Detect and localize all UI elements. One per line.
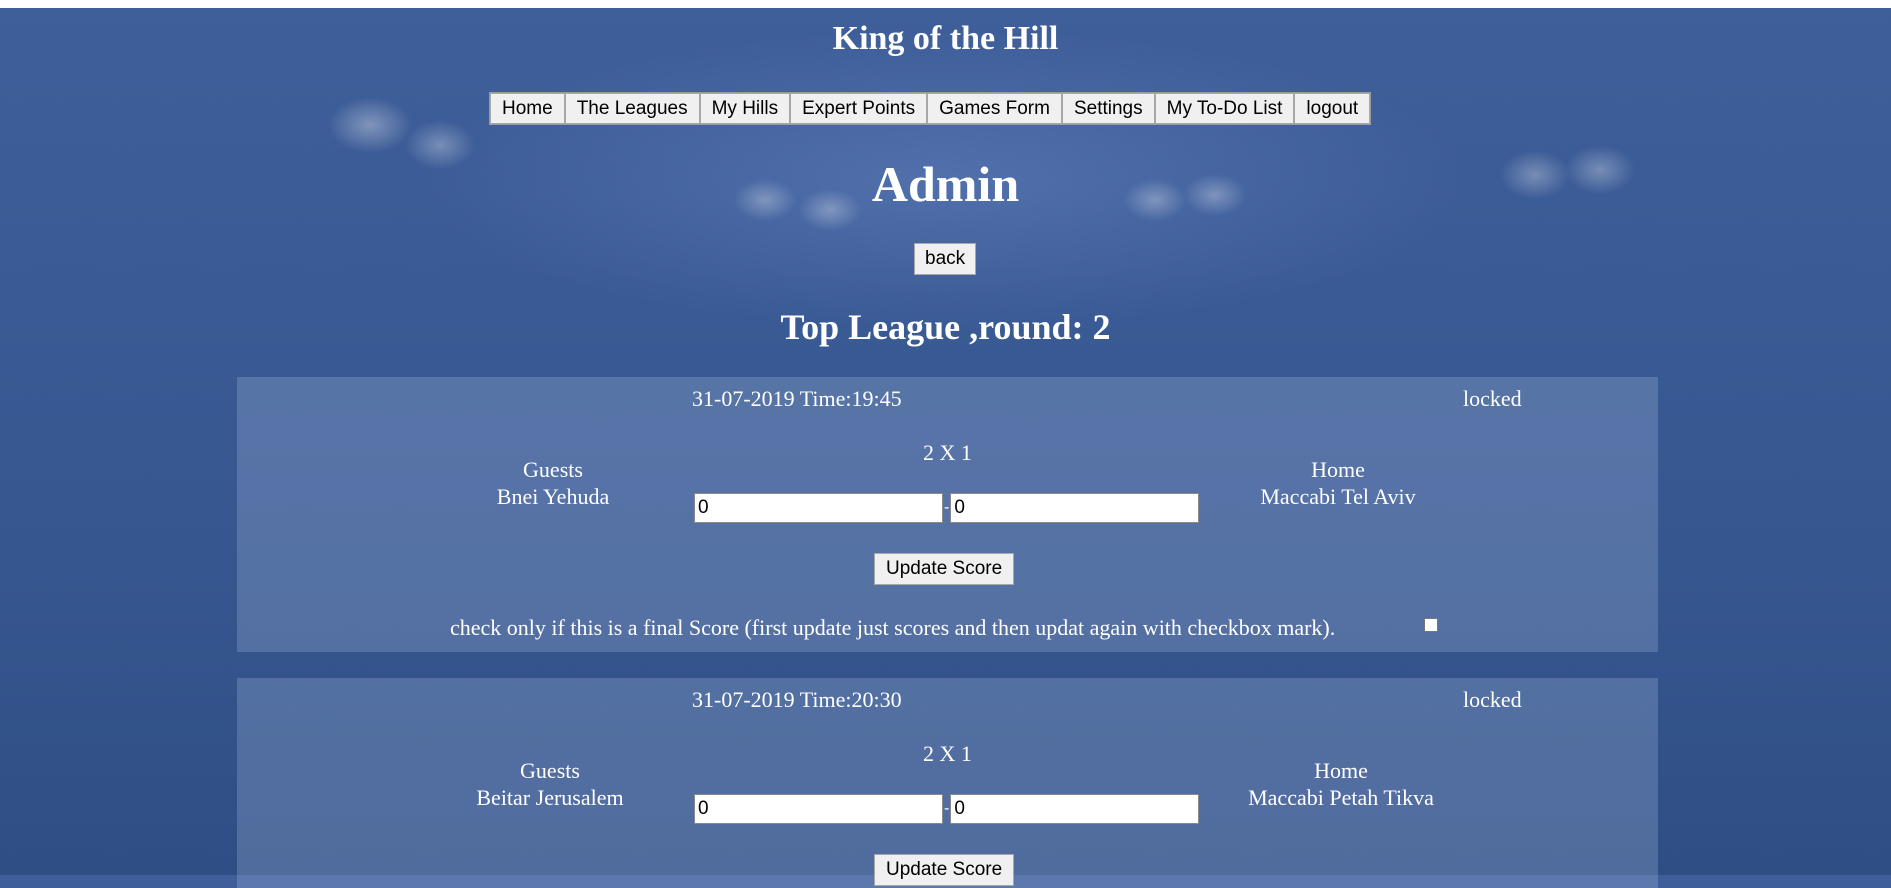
main-nav: Home The Leagues My Hills Expert Points … <box>489 92 1372 125</box>
site-title: King of the Hill <box>832 20 1059 57</box>
nav-games-form[interactable]: Games Form <box>927 93 1062 124</box>
guests-team-block: Guests Beitar Jerusalem <box>400 757 700 811</box>
nav-todo-list[interactable]: My To-Do List <box>1154 93 1295 124</box>
guests-team-name: Beitar Jerusalem <box>476 785 624 810</box>
home-team-name: Maccabi Petah Tikva <box>1248 785 1434 810</box>
nav-home[interactable]: Home <box>490 93 565 124</box>
home-team-name: Maccabi Tel Aviv <box>1260 484 1416 509</box>
final-score-note: check only if this is a final Score (fir… <box>450 615 1336 640</box>
game-date-time: 31-07-2019 Time:19:45 <box>692 386 902 411</box>
nav-my-hills[interactable]: My Hills <box>699 93 791 124</box>
score-row: - <box>694 794 1200 824</box>
guests-team-block: Guests Bnei Yehuda <box>403 456 703 510</box>
home-label: Home <box>1311 457 1365 482</box>
page-title: Admin <box>871 156 1020 212</box>
score-separator: - <box>944 800 950 817</box>
update-score-button[interactable]: Update Score <box>874 854 1015 886</box>
game-card: 31-07-2019 Time:19:45 locked 2 X 1 Guest… <box>237 377 1658 652</box>
round-title: Top League ,round: 2 <box>780 307 1111 347</box>
score-separator: - <box>944 499 950 516</box>
guests-label: Guests <box>523 457 583 482</box>
game-status: locked <box>1463 687 1522 712</box>
nav-settings[interactable]: Settings <box>1061 93 1155 124</box>
guest-score-input[interactable] <box>694 794 943 824</box>
top-border <box>0 0 1891 8</box>
nav-the-leagues[interactable]: The Leagues <box>564 93 700 124</box>
game-date-time: 31-07-2019 Time:20:30 <box>692 687 902 712</box>
nav-expert-points[interactable]: Expert Points <box>790 93 928 124</box>
score-row: - <box>694 493 1200 523</box>
home-team-block: Home Maccabi Tel Aviv <box>1188 456 1488 510</box>
final-score-checkbox[interactable] <box>1424 618 1438 632</box>
back-button[interactable]: back <box>914 243 977 275</box>
guests-label: Guests <box>520 758 580 783</box>
update-score-button[interactable]: Update Score <box>874 553 1015 585</box>
home-score-input[interactable] <box>950 794 1200 824</box>
game-card: 31-07-2019 Time:20:30 locked 2 X 1 Guest… <box>237 678 1658 888</box>
game-status: locked <box>1463 386 1522 411</box>
home-score-input[interactable] <box>950 493 1200 523</box>
guests-team-name: Bnei Yehuda <box>496 484 610 509</box>
guest-score-input[interactable] <box>694 493 943 523</box>
home-team-block: Home Maccabi Petah Tikva <box>1191 757 1491 811</box>
home-label: Home <box>1314 758 1368 783</box>
nav-logout[interactable]: logout <box>1294 93 1371 124</box>
